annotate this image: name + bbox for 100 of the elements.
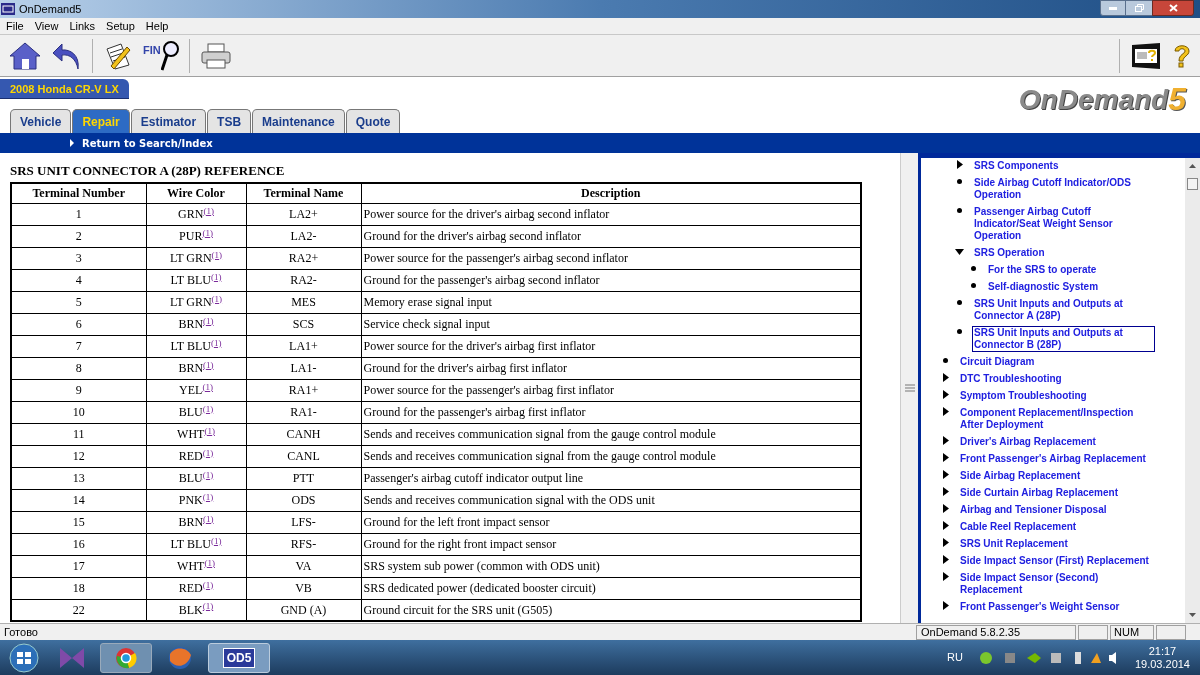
footnote-link[interactable]: (1) xyxy=(203,205,214,216)
notepad-pencil-icon[interactable] xyxy=(103,40,133,71)
footnote-link[interactable]: (1) xyxy=(203,315,214,326)
tree-link[interactable]: SRS Unit Inputs and Outputs at Connector A (28P) xyxy=(972,297,1155,323)
footnote-link[interactable]: (1) xyxy=(202,381,213,392)
tree-link[interactable]: DTC Troubleshooting xyxy=(958,372,1064,386)
table-cell: BLU$^{(1)}$ xyxy=(146,467,246,489)
footnote-link[interactable]: (1) xyxy=(202,601,214,612)
menu-item[interactable]: View xyxy=(34,17,59,35)
table-cell: RED$^{(1)}$ xyxy=(146,445,246,467)
table-cell: 11 xyxy=(11,423,146,445)
table-cell: LT BLU$^{(1)}$ xyxy=(146,335,246,357)
tab[interactable]: Estimator xyxy=(130,109,207,133)
bullet-icon xyxy=(943,358,948,363)
tree-link[interactable]: Passenger Airbag Cutoff Indicator/Seat Weight Sensor Operation xyxy=(972,205,1155,243)
app-taskbar-button[interactable]: OD5 xyxy=(208,642,270,673)
tree-link[interactable]: For the SRS to operate xyxy=(986,263,1099,277)
tree-link[interactable]: SRS Unit Inputs and Outputs at Connector B (28P) xyxy=(972,326,1155,352)
menu-item[interactable]: Setup xyxy=(106,17,135,35)
grip-icon xyxy=(904,384,915,392)
tree-link[interactable]: Side Impact Sensor (First) Replacement xyxy=(958,554,1151,568)
close-button[interactable] xyxy=(1152,0,1194,16)
footnote-link[interactable]: (1) xyxy=(203,359,214,370)
tree-link[interactable]: Circuit Diagram xyxy=(958,355,1037,369)
table-cell: 12 xyxy=(11,445,146,467)
tree-link[interactable]: SRS Operation xyxy=(972,246,1047,260)
footnote-link[interactable]: (1) xyxy=(204,425,215,436)
scroll-up-icon[interactable] xyxy=(1189,164,1196,168)
tree-link[interactable]: Side Airbag Replacement xyxy=(958,469,1083,483)
tray-icons[interactable] xyxy=(978,650,1119,665)
scroll-down-icon[interactable] xyxy=(1189,613,1196,617)
circle-logo-icon xyxy=(115,646,137,669)
expand-arrow-icon[interactable] xyxy=(956,160,963,169)
language-indicator[interactable]: RU xyxy=(947,649,963,666)
footnote-link[interactable]: (1) xyxy=(210,337,222,348)
tab[interactable]: Quote xyxy=(345,109,401,133)
collapse-arrow-icon[interactable] xyxy=(955,249,964,255)
footnote-link[interactable]: (1) xyxy=(211,249,223,260)
tab[interactable]: Repair xyxy=(72,109,130,133)
table-cell: VB xyxy=(246,577,361,599)
table-cell: LT GRN$^{(1)}$ xyxy=(146,247,246,269)
table-cell: 8 xyxy=(11,357,146,379)
film-help-icon[interactable] xyxy=(1130,41,1162,70)
tree-link[interactable]: Cable Reel Replacement xyxy=(958,520,1079,534)
tree-link[interactable]: Front Passenger's Airbag Replacement xyxy=(958,452,1148,466)
footnote-link[interactable]: (1) xyxy=(202,579,214,590)
clock-date[interactable]: 19.03.2014 xyxy=(1134,657,1190,671)
table-cell: 10 xyxy=(11,401,146,423)
tree-link[interactable]: Front Passenger's Weight Sensor xyxy=(958,600,1122,614)
tree-link[interactable]: Side Impact Sensor (Second) Replacement xyxy=(958,571,1155,597)
expand-arrow-icon[interactable] xyxy=(942,601,949,610)
status-message: Готово xyxy=(3,624,38,640)
printer-icon[interactable] xyxy=(199,41,232,70)
tree-link[interactable]: Airbag and Tensioner Disposal xyxy=(958,503,1109,517)
tree-link[interactable]: SRS Unit Replacement xyxy=(958,537,1070,551)
footnote-link[interactable]: (1) xyxy=(202,447,214,458)
magnifier-icon[interactable] xyxy=(160,39,179,72)
tree-link[interactable]: Component Replacement/Inspection After Deployment xyxy=(958,406,1155,432)
table-cell: BRN$^{(1)}$ xyxy=(146,357,246,379)
footnote-link[interactable]: (1) xyxy=(204,557,215,568)
footnote-link[interactable]: (1) xyxy=(202,469,214,480)
tree-link[interactable]: Driver's Airbag Replacement xyxy=(958,435,1098,449)
menu-item[interactable]: Links xyxy=(69,17,96,35)
table-cell: RA2+ xyxy=(246,247,361,269)
footnote-link[interactable]: (1) xyxy=(210,271,222,282)
tree-link[interactable]: Side Curtain Airbag Replacement xyxy=(958,486,1120,500)
app-logo: OnDemand5 xyxy=(1018,83,1186,115)
scroll-thumb[interactable] xyxy=(1187,178,1198,190)
status-panel xyxy=(1156,624,1186,640)
footnote-link[interactable]: (1) xyxy=(202,491,214,502)
table-cell: LA1+ xyxy=(246,335,361,357)
table-cell: PNK$^{(1)}$ xyxy=(146,489,246,511)
footnote-link[interactable]: (1) xyxy=(211,293,223,304)
table-cell: WHT$^{(1)}$ xyxy=(146,423,246,445)
column-header: Terminal Number xyxy=(11,183,146,203)
tree-link[interactable]: Symptom Troubleshooting xyxy=(958,389,1089,403)
footnote-link[interactable]: (1) xyxy=(210,535,222,546)
clock-time[interactable]: 21:17 xyxy=(1148,644,1177,658)
browser-taskbar-button[interactable] xyxy=(100,642,152,673)
return-link[interactable]: Return to Search/Index xyxy=(82,135,213,151)
scrollbar[interactable] xyxy=(1185,158,1200,623)
tab[interactable]: TSB xyxy=(207,109,252,133)
footnote-link[interactable]: (1) xyxy=(203,513,214,524)
window-title: OnDemand5 xyxy=(19,1,82,17)
footnote-link[interactable]: (1) xyxy=(202,227,213,238)
find-label[interactable]: FIN xyxy=(143,42,161,59)
home-icon[interactable] xyxy=(8,40,42,71)
tree-link[interactable]: Self-diagnostic System xyxy=(986,280,1101,294)
table-cell: 7 xyxy=(11,335,146,357)
minimize-button[interactable] xyxy=(1100,0,1126,16)
footnote-link[interactable]: (1) xyxy=(202,403,214,414)
column-header: Terminal Name xyxy=(246,183,361,203)
tab[interactable]: Maintenance xyxy=(252,109,345,133)
tab[interactable]: Vehicle xyxy=(10,109,72,133)
menu-item[interactable]: Help xyxy=(145,17,169,35)
menu-item[interactable]: File xyxy=(6,17,24,35)
maximize-button[interactable] xyxy=(1126,0,1152,16)
arrow-icon xyxy=(70,139,74,147)
tree-link[interactable]: SRS Components xyxy=(972,159,1061,173)
tree-link[interactable]: Side Airbag Cutoff Indicator/ODS Operation xyxy=(972,176,1155,202)
